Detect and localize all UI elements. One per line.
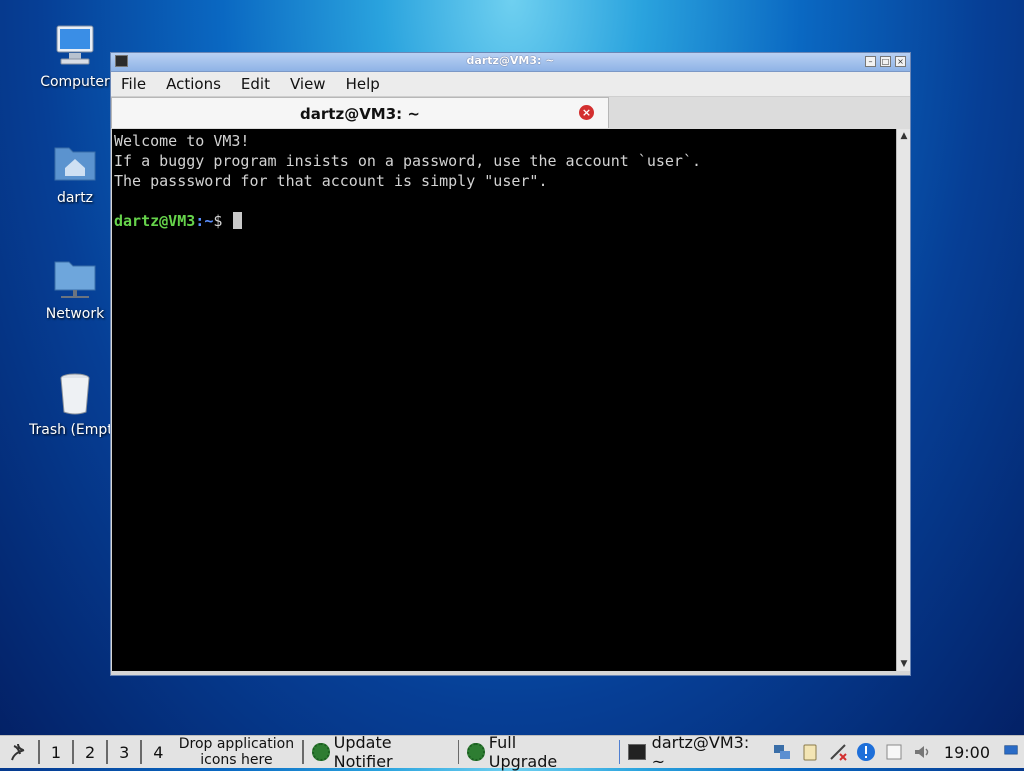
gear-icon (312, 743, 330, 761)
menu-actions[interactable]: Actions (156, 75, 231, 93)
taskbar-separator (106, 740, 109, 764)
taskbar: 1 2 3 4 Drop application icons here Upda… (0, 733, 1024, 771)
window-titlebar[interactable]: dartz@VM3: ~ – □ × (111, 53, 910, 72)
tab-close-icon[interactable]: × (579, 105, 594, 120)
prompt-symbol: $ (213, 212, 232, 230)
menubar: File Actions Edit View Help (111, 72, 910, 97)
close-button[interactable]: × (895, 56, 906, 67)
window-bottom-border (111, 671, 910, 675)
workspace-1[interactable]: 1 (42, 743, 70, 762)
trash-icon (60, 373, 90, 415)
desktop-icon-label: Trash (Empty) (29, 422, 113, 438)
prompt-user: dartz@VM3 (114, 212, 196, 230)
computer-icon (56, 25, 94, 65)
desktop-icon-label: Computer (40, 74, 110, 90)
show-desktop-icon[interactable] (1002, 745, 1020, 759)
taskbar-separator (72, 740, 74, 764)
task-terminal[interactable]: dartz@VM3: ~ (622, 733, 767, 771)
terminal-icon (628, 744, 646, 760)
terminal-window: dartz@VM3: ~ – □ × File Actions Edit Vie… (110, 52, 911, 676)
task-label: Update Notifier (333, 733, 393, 771)
prompt-separator: : (195, 212, 205, 230)
taskbar-separator (457, 740, 460, 764)
desktop-icon-label: Network (45, 306, 105, 322)
menu-edit[interactable]: Edit (231, 75, 280, 93)
desktop-icon-label: dartz (56, 190, 94, 206)
terminal-line: Welcome to VM3! (114, 132, 250, 150)
info-icon[interactable] (856, 742, 876, 762)
scroll-down-icon[interactable]: ▼ (897, 657, 911, 671)
maximize-button[interactable]: □ (880, 56, 891, 67)
tab-bar: dartz@VM3: ~ × (111, 97, 910, 130)
task-label: dartz@VM3: ~ (651, 733, 750, 771)
clipboard-icon[interactable] (800, 742, 820, 762)
lxde-menu-icon (11, 743, 25, 761)
tab-title: dartz@VM3: ~ (300, 105, 420, 123)
network-folder-icon (54, 261, 96, 298)
gear-icon (467, 743, 485, 761)
notes-icon[interactable] (884, 742, 904, 762)
launcher-drop-zone[interactable]: Drop application icons here (172, 736, 300, 768)
terminal-line: The passsword for that account is simply… (114, 172, 548, 190)
workspace-4[interactable]: 4 (144, 743, 172, 762)
terminal-prompt: dartz@VM3:~$ (114, 211, 895, 231)
terminal-output[interactable]: Welcome to VM3! If a buggy program insist… (112, 129, 897, 671)
start-menu-button[interactable] (0, 736, 36, 768)
minimize-button[interactable]: – (865, 56, 876, 67)
task-label: Full Upgrade (488, 733, 558, 771)
workspace-3[interactable]: 3 (110, 743, 138, 762)
prompt-path: ~ (204, 212, 214, 230)
taskbar-separator (618, 740, 621, 764)
text-cursor (233, 212, 243, 229)
task-full-upgrade[interactable]: Full Upgrade (461, 733, 590, 771)
workspace-2[interactable]: 2 (76, 743, 104, 762)
tab-terminal[interactable]: dartz@VM3: ~ × (111, 97, 609, 128)
disconnected-network-icon[interactable] (828, 742, 848, 762)
scroll-up-icon[interactable]: ▲ (897, 129, 911, 143)
desktop-icon-home[interactable]: dartz (27, 138, 123, 206)
terminal-line: If a buggy program insists on a password… (114, 152, 701, 170)
clock[interactable]: 19:00 (936, 743, 998, 762)
menu-file[interactable]: File (111, 75, 156, 93)
volume-icon[interactable] (912, 742, 932, 762)
vertical-scrollbar[interactable]: ▲ ▼ (896, 129, 910, 671)
home-folder-icon (54, 147, 96, 181)
menu-view[interactable]: View (280, 75, 336, 93)
taskbar-separator (302, 740, 305, 764)
task-update-notifier[interactable]: Update Notifier (306, 733, 455, 771)
network-status-icon[interactable] (772, 742, 792, 762)
window-title: dartz@VM3: ~ (466, 54, 555, 67)
desktop-icon-network[interactable]: Network (27, 254, 123, 322)
desktop-icon-trash[interactable]: Trash (Empty) (27, 370, 123, 438)
system-tray: 19:00 (768, 736, 1024, 768)
menu-help[interactable]: Help (336, 75, 390, 93)
desktop-icon-computer[interactable]: Computer (27, 22, 123, 90)
taskbar-separator (38, 740, 40, 764)
taskbar-separator (140, 740, 143, 764)
